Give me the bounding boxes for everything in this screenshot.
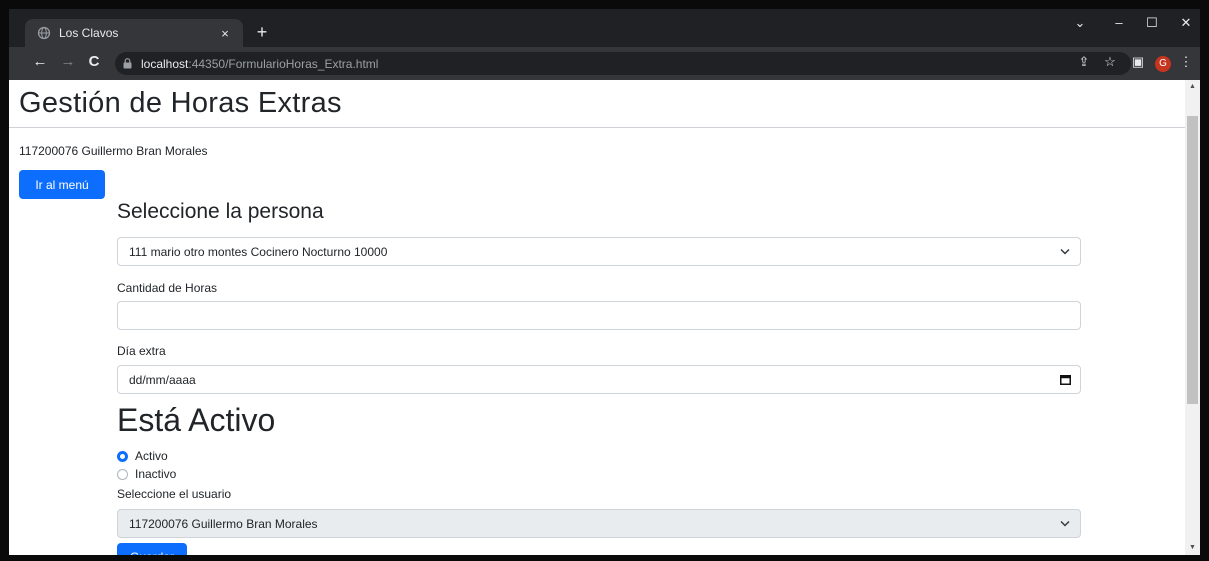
address-bar[interactable]: localhost:44350/FormularioHoras_Extra.ht… <box>115 52 1131 75</box>
current-user-text: 117200076 Guillermo Bran Morales <box>19 144 208 158</box>
radio-active[interactable] <box>117 450 128 462</box>
back-icon[interactable]: ← <box>29 53 51 70</box>
extra-day-label: Día extra <box>117 344 166 358</box>
sidepanel-icon[interactable]: ▣ <box>1129 54 1147 70</box>
person-select[interactable]: 111 mario otro montes Cocinero Nocturno … <box>117 237 1081 266</box>
share-icon[interactable]: ⇪ <box>1075 54 1093 70</box>
lock-icon <box>123 58 137 69</box>
browser-window: Los Clavos × + ⌄ – ☐ ✕ ← → C localhost:4… <box>9 9 1200 555</box>
radio-active-label: Activo <box>135 449 168 463</box>
close-icon[interactable]: × <box>215 26 235 41</box>
minimize-icon[interactable]: – <box>1104 15 1134 30</box>
user-select-value: 117200076 Guillermo Bran Morales <box>129 516 318 531</box>
select-person-heading: Seleccione la persona <box>117 200 324 223</box>
profile-avatar[interactable]: G <box>1155 56 1171 72</box>
tab-strip: Los Clavos × + ⌄ – ☐ ✕ <box>9 9 1200 47</box>
radio-inactive-label: Inactivo <box>135 467 177 481</box>
url-host: localhost <box>141 56 189 71</box>
tab-title: Los Clavos <box>59 26 119 40</box>
globe-icon <box>37 26 51 40</box>
go-to-menu-button[interactable]: Ir al menú <box>19 170 105 199</box>
scroll-down-icon[interactable]: ▼ <box>1185 541 1200 555</box>
date-placeholder: dd/mm/aaaa <box>129 372 196 387</box>
radio-inactive[interactable] <box>117 468 128 480</box>
vertical-scrollbar[interactable]: ▲ ▼ <box>1185 80 1200 555</box>
page-viewport: Gestión de Horas Extras 117200076 Guille… <box>9 80 1185 555</box>
radio-inactive-option[interactable]: Inactivo <box>117 467 176 481</box>
chevron-down-icon[interactable]: ⌄ <box>1065 15 1095 31</box>
forward-icon[interactable]: → <box>57 53 79 70</box>
divider <box>9 127 1185 128</box>
star-icon[interactable]: ☆ <box>1101 54 1119 70</box>
chevron-down-icon <box>1050 248 1080 255</box>
browser-tab[interactable]: Los Clavos × <box>25 19 243 47</box>
page-title: Gestión de Horas Extras <box>19 87 342 119</box>
scrollbar-thumb[interactable] <box>1187 116 1198 404</box>
reload-icon[interactable]: C <box>83 53 105 70</box>
chevron-down-icon <box>1050 520 1080 527</box>
radio-active-option[interactable]: Activo <box>117 449 168 463</box>
menu-dots-icon[interactable]: ⋮ <box>1177 54 1195 70</box>
save-button[interactable]: Guardar <box>117 543 187 555</box>
window-close-icon[interactable]: ✕ <box>1171 15 1200 31</box>
person-select-value: 111 mario otro montes Cocinero Nocturno … <box>129 244 388 259</box>
new-tab-button[interactable]: + <box>251 22 273 43</box>
select-user-label: Seleccione el usuario <box>117 487 232 501</box>
calendar-icon[interactable] <box>1050 374 1080 385</box>
url-path: :44350/FormularioHoras_Extra.html <box>188 56 379 71</box>
extra-day-date-input[interactable]: dd/mm/aaaa <box>117 365 1081 394</box>
maximize-icon[interactable]: ☐ <box>1137 15 1167 31</box>
hours-input[interactable] <box>117 301 1081 330</box>
hours-label: Cantidad de Horas <box>117 281 218 295</box>
address-toolbar: ← → C localhost:44350/FormularioHoras_Ex… <box>9 47 1200 80</box>
user-select[interactable]: 117200076 Guillermo Bran Morales <box>117 509 1081 538</box>
active-heading: Está Activo <box>117 402 276 438</box>
scroll-up-icon[interactable]: ▲ <box>1185 80 1200 94</box>
